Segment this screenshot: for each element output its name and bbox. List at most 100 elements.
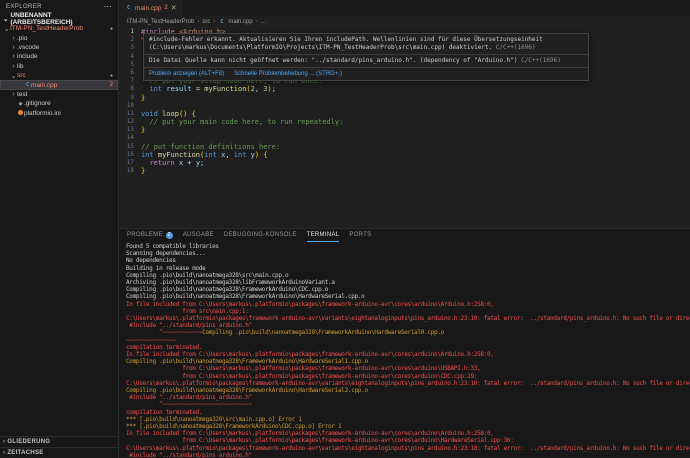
- error-hover-popup: #include-Fehler erkannt. Aktualisieren S…: [143, 33, 589, 81]
- panel-tab-probleme[interactable]: PROBLEME2: [127, 229, 173, 242]
- editor-group: C main.cpp 2 ✕ ITM-PN_TestHeaderProb › s…: [119, 0, 690, 458]
- breadcrumb-separator-icon: ›: [213, 19, 215, 25]
- code-text: }: [141, 94, 145, 102]
- code-text: int myFunction(int x, int y) {: [141, 151, 268, 159]
- tree-item-label: .vscode: [17, 44, 39, 51]
- panel-tab-label: TERMINAL: [307, 232, 340, 238]
- terminal-line: Compiling .pio\build\nanoatmega328\src\m…: [126, 272, 690, 279]
- code-line: 13}: [119, 126, 690, 134]
- tree-item-lib[interactable]: ›lib: [0, 62, 118, 71]
- terminal-line: from src\main.cpp:1:: [126, 308, 690, 315]
- panel-tab-label: DEBUGGING-KONSOLE: [224, 232, 297, 238]
- terminal-line: #include "../standard/pins_arduino.h": [126, 452, 690, 458]
- terminal-line: ~~~~~~~~~~~~~~~: [126, 337, 690, 344]
- tab-label: main.cpp: [135, 5, 161, 12]
- code-line: 12 // put your main code here, to run re…: [119, 118, 690, 126]
- tree-item-label: main.cpp: [31, 82, 57, 89]
- tab-main-cpp[interactable]: C main.cpp 2 ✕: [119, 0, 183, 16]
- problems-count-badge: 2: [110, 82, 118, 88]
- terminal-line: Compiling .pio\build\nanoatmega328\Frame…: [126, 387, 690, 394]
- tree-item-platformio.ini[interactable]: platformio.ini: [0, 109, 118, 118]
- quick-fix-link[interactable]: Schnelle Problembehebung ... (STRG+.): [234, 70, 342, 78]
- tree-item-label: test: [17, 91, 27, 98]
- line-number: 10: [119, 102, 141, 110]
- tree-item-include[interactable]: ›include: [0, 52, 118, 61]
- terminal-line: Building in release mode: [126, 265, 690, 272]
- line-number: 13: [119, 126, 141, 134]
- explorer-tree: ⌄ITM-PN_TestHeaderProb●›.pio›.vscode›inc…: [0, 24, 118, 118]
- line-number: 2: [119, 36, 141, 44]
- tree-item-.gitignore[interactable]: ◆.gitignore: [0, 99, 118, 108]
- workspace-section-header[interactable]: ⌄ UNBENANNT (ARBEITSBEREICH): [0, 13, 118, 24]
- code-line: 11void loop() {: [119, 110, 690, 118]
- breadcrumb-file[interactable]: main.cpp: [228, 19, 252, 25]
- breadcrumb-symbol[interactable]: …: [261, 19, 267, 25]
- code-text: // put function definitions here:: [141, 143, 280, 151]
- terminal-line: Archiving .pio\build\nanoatmega328\libFr…: [126, 279, 690, 286]
- tree-item-.pio[interactable]: ›.pio: [0, 33, 118, 42]
- tree-item-test[interactable]: ›test: [0, 90, 118, 99]
- code-line: 18}: [119, 167, 690, 175]
- error-dot-badge: ●: [110, 26, 118, 32]
- cpp-file-icon: C: [125, 5, 132, 11]
- tree-item-label: lib: [17, 63, 24, 70]
- line-number: 15: [119, 143, 141, 151]
- code-line: 9}: [119, 94, 690, 102]
- line-number: 17: [119, 159, 141, 167]
- line-number: 18: [119, 167, 141, 175]
- chevron-right-icon: ›: [10, 44, 17, 51]
- hover-actions: Problem anzeigen (ALT+F8) Schnelle Probl…: [144, 67, 588, 80]
- terminal-line: C:\Users\markus\.platformio\packages\fra…: [126, 315, 690, 322]
- line-number: 11: [119, 110, 141, 118]
- panel-tab-terminal[interactable]: TERMINAL: [307, 229, 340, 242]
- editor-tab-bar: C main.cpp 2 ✕: [119, 0, 690, 16]
- diagnostic-code: C/C++(1696): [521, 57, 561, 64]
- line-number: 3: [119, 44, 141, 52]
- breadcrumb-separator-icon: ›: [197, 19, 199, 25]
- explorer-sidebar: EXPLORER ⋯ ⌄ UNBENANNT (ARBEITSBEREICH) …: [0, 0, 119, 458]
- terminal-line: Compiling .pio\build\nanoatmega328\Frame…: [126, 358, 690, 365]
- terminal-output[interactable]: Found 5 compatible librariesScanning dep…: [119, 242, 690, 458]
- panel-tab-ausgabe[interactable]: AUSGABE: [183, 229, 214, 242]
- tree-item-.vscode[interactable]: ›.vscode: [0, 43, 118, 52]
- line-number: 5: [119, 61, 141, 69]
- chevron-right-icon: ›: [10, 35, 17, 42]
- line-number: 9: [119, 94, 141, 102]
- terminal-line: In file included from C:\Users\markus\.p…: [126, 430, 690, 437]
- terminal-line: from C:\Users\markus\.platformio\package…: [126, 365, 690, 372]
- view-problem-link[interactable]: Problem anzeigen (ALT+F8): [149, 70, 224, 78]
- tree-item-label: ITM-PN_TestHeaderProb: [10, 25, 83, 32]
- code-text: return x + y;: [141, 159, 204, 167]
- close-icon[interactable]: ✕: [171, 4, 177, 12]
- line-number: 7: [119, 77, 141, 85]
- breadcrumb-folder[interactable]: src: [202, 19, 210, 25]
- tree-item-itm-pn_testheaderprob[interactable]: ⌄ITM-PN_TestHeaderProb●: [0, 24, 118, 33]
- chevron-right-icon: ›: [10, 91, 17, 98]
- code-editor[interactable]: 1#include <Arduino.h>234567 // put your …: [119, 27, 690, 228]
- breadcrumb-project[interactable]: ITM-PN_TestHeaderProb: [127, 19, 194, 25]
- outline-section-header[interactable]: › GLIEDERUNG: [0, 436, 118, 447]
- outline-section-label: GLIEDERUNG: [7, 439, 50, 445]
- bottom-panel: PROBLEME2 AUSGABE DEBUGGING-KONSOLE TERMINA…: [119, 228, 690, 458]
- panel-tab-debugging-konsole[interactable]: DEBUGGING-KONSOLE: [224, 229, 297, 242]
- code-text: }: [141, 167, 145, 175]
- tab-problems-badge: 2: [164, 5, 167, 11]
- line-number: 16: [119, 151, 141, 159]
- problems-count-badge: 2: [166, 232, 173, 239]
- chevron-down-icon: ⌄: [10, 72, 17, 80]
- breadcrumb-separator-icon: ›: [256, 19, 258, 25]
- terminal-line: In file included from C:\Users\markus\.p…: [126, 351, 690, 358]
- tree-item-src[interactable]: ⌄src●: [0, 71, 118, 80]
- terminal-line: #include "../standard/pins_arduino.h": [126, 322, 690, 329]
- more-actions-icon[interactable]: ⋯: [104, 2, 112, 11]
- line-number: 14: [119, 134, 141, 142]
- terminal-line: compilation terminated.: [126, 344, 690, 351]
- tree-item-main.cpp[interactable]: Cmain.cpp2: [0, 80, 118, 89]
- line-number: 12: [119, 118, 141, 126]
- timeline-section-header[interactable]: › ZEITACHSE: [0, 447, 118, 458]
- tree-item-label: include: [17, 53, 38, 60]
- terminal-line: C:\Users\markus\.platformio\packages\fra…: [126, 445, 690, 452]
- panel-tab-ports[interactable]: PORTS: [349, 229, 371, 242]
- terminal-line: No dependencies: [126, 257, 690, 264]
- tree-item-label: platformio.ini: [24, 110, 61, 117]
